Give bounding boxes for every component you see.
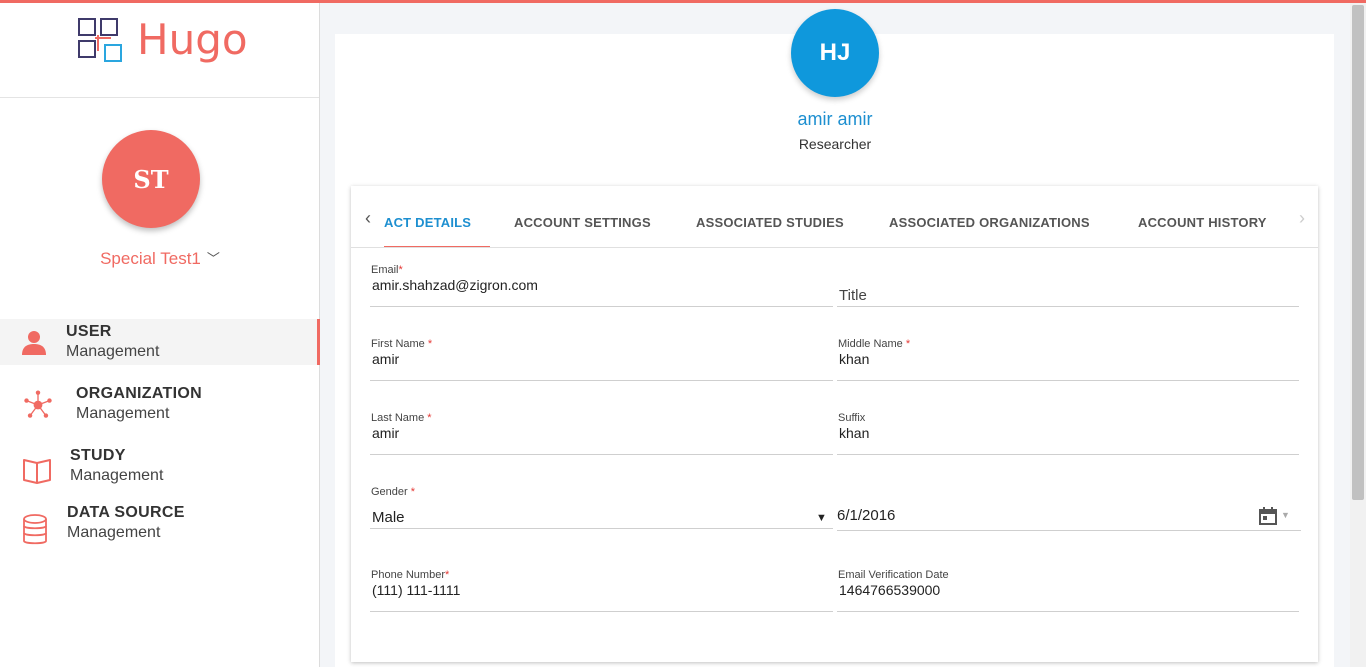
email-verification-value: 1464766539000 — [839, 582, 941, 598]
first-name-value: amir — [372, 351, 400, 367]
database-icon — [20, 514, 50, 545]
current-user-menu[interactable]: Special Test1 ﹀ — [0, 249, 320, 269]
title-placeholder: Title — [839, 287, 867, 304]
details-panel: ‹ ACT DETAILS ACCOUNT SETTINGS ASSOCIATE… — [351, 186, 1318, 662]
sidebar-item-title: USER — [66, 323, 112, 340]
email-value: amir.shahzad@zigron.com — [372, 277, 538, 293]
field-underline — [370, 611, 833, 612]
tabs-track: ACT DETAILS ACCOUNT SETTINGS ASSOCIATED … — [384, 186, 1289, 247]
sidebar-item-study[interactable]: STUDY Management — [0, 443, 320, 489]
sidebar-item-sub: Management — [66, 343, 160, 360]
field-underline — [370, 380, 833, 381]
tab-associated-studies[interactable]: ASSOCIATED STUDIES — [696, 186, 844, 247]
phone-label: Phone Number* — [371, 569, 450, 581]
chevron-right-icon[interactable]: › — [1292, 206, 1312, 230]
logo-area: Hugo — [0, 3, 319, 98]
dropdown-arrow-icon: ▼ — [816, 512, 827, 524]
book-icon — [22, 455, 52, 485]
email-verification-field[interactable]: Email Verification Date 1464766539000 — [837, 569, 1299, 614]
sidebar-nav: USER Management ORGANIZATION Management … — [0, 319, 320, 567]
page-scrollbar[interactable] — [1350, 3, 1366, 667]
sidebar-item-user[interactable]: USER Management — [0, 319, 320, 365]
last-name-field[interactable]: Last Name * amir — [370, 412, 833, 457]
field-underline — [837, 454, 1299, 455]
phone-value: (111) 111-1111 — [372, 582, 461, 598]
current-user-avatar[interactable]: ST — [102, 130, 200, 228]
chevron-down-icon: ﹀ — [206, 251, 220, 266]
tab-bar: ‹ ACT DETAILS ACCOUNT SETTINGS ASSOCIATE… — [351, 186, 1318, 248]
suffix-field[interactable]: Suffix khan — [837, 412, 1299, 457]
chevron-left-icon[interactable]: ‹ — [358, 206, 378, 230]
last-name-value: amir — [372, 425, 400, 441]
current-user-name: Special Test1 — [100, 249, 201, 268]
tab-account-history[interactable]: ACCOUNT HISTORY — [1138, 186, 1267, 247]
profile-avatar: HJ — [791, 9, 879, 97]
field-underline — [837, 611, 1299, 612]
tab-contact-details[interactable]: ACT DETAILS — [384, 186, 490, 247]
title-field[interactable]: Title — [837, 264, 1299, 309]
field-underline — [837, 530, 1301, 531]
first-name-field[interactable]: First Name * amir — [370, 338, 833, 383]
tab-account-settings[interactable]: ACCOUNT SETTINGS — [514, 186, 651, 247]
gender-value: Male — [372, 509, 405, 526]
gender-label: Gender * — [371, 486, 416, 498]
last-name-label: Last Name * — [371, 412, 432, 424]
email-field[interactable]: Email* amir.shahzad@zigron.com — [370, 264, 833, 309]
field-underline — [370, 306, 833, 307]
field-underline — [837, 306, 1299, 307]
field-underline — [837, 380, 1299, 381]
sidebar-item-title: ORGANIZATION — [76, 385, 202, 402]
gender-select[interactable]: Gender * Male ▼ — [370, 486, 833, 531]
chevron-down-icon: ▼ — [1281, 510, 1290, 520]
sidebar-item-title: DATA SOURCE — [67, 504, 185, 521]
date-field[interactable]: 6/1/2016 ▼ — [837, 486, 1301, 531]
date-value: 6/1/2016 — [837, 507, 896, 524]
sidebar-item-sub: Management — [70, 467, 164, 484]
profile-name: amir amir — [797, 109, 873, 129]
field-underline — [370, 454, 833, 455]
scrollbar-thumb[interactable] — [1352, 5, 1364, 500]
middle-name-label: Middle Name * — [838, 338, 911, 350]
sidebar: Hugo ST Special Test1 ﹀ USER Management — [0, 3, 320, 667]
suffix-label: Suffix — [838, 412, 866, 424]
hugo-logo-icon — [78, 18, 122, 62]
sidebar-item-data-source[interactable]: DATA SOURCE Management — [0, 504, 320, 551]
sidebar-item-title: STUDY — [70, 447, 126, 464]
email-label: Email* — [371, 264, 403, 276]
sidebar-item-organization[interactable]: ORGANIZATION Management — [0, 381, 320, 427]
sidebar-item-sub: Management — [76, 405, 170, 422]
tab-associated-organizations[interactable]: ASSOCIATED ORGANIZATIONS — [889, 186, 1090, 247]
profile-role: Researcher — [798, 136, 872, 152]
calendar-icon[interactable] — [1258, 506, 1278, 526]
network-icon — [23, 390, 53, 420]
field-underline — [370, 528, 833, 529]
first-name-label: First Name * — [371, 338, 433, 350]
user-icon — [19, 327, 49, 357]
middle-name-field[interactable]: Middle Name * khan — [837, 338, 1299, 383]
sidebar-item-sub: Management — [67, 524, 161, 541]
email-verification-label: Email Verification Date — [838, 569, 949, 581]
phone-field[interactable]: Phone Number* (111) 111-1111 — [370, 569, 833, 614]
suffix-value: khan — [839, 425, 870, 441]
app-logo-text: Hugo — [137, 15, 248, 64]
profile-card: HJ amir amir Researcher ‹ ACT DETAILS AC… — [335, 9, 1334, 667]
middle-name-value: khan — [839, 351, 870, 367]
